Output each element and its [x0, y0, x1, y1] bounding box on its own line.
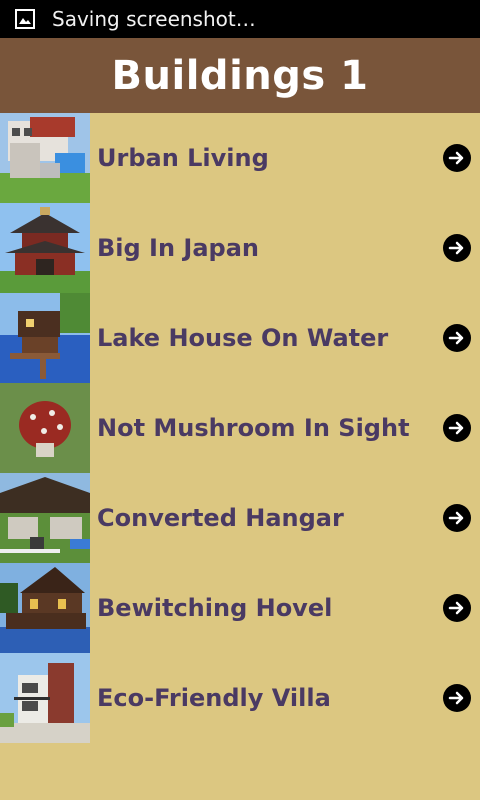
- status-bar: Saving screenshot…: [0, 0, 480, 38]
- list-item-converted-hangar[interactable]: Converted Hangar: [0, 473, 480, 563]
- list-item-lake-house[interactable]: Lake House On Water: [0, 293, 480, 383]
- thumbnail-image: [0, 113, 90, 203]
- list-item-mushroom[interactable]: Not Mushroom In Sight: [0, 383, 480, 473]
- thumbnail-image: [0, 203, 90, 293]
- item-label: Bewitching Hovel: [97, 594, 333, 622]
- item-label: Big In Japan: [97, 234, 260, 262]
- list-item-urban-living[interactable]: Urban Living: [0, 113, 480, 203]
- building-list: Urban Living Big In Japan Lake House On …: [0, 113, 480, 743]
- thumbnail-image: [0, 653, 90, 743]
- status-text: Saving screenshot…: [52, 7, 256, 31]
- arrow-right-circle-icon[interactable]: [442, 233, 472, 263]
- thumbnail-image: [0, 293, 90, 383]
- arrow-right-circle-icon[interactable]: [442, 143, 472, 173]
- image-icon: [15, 9, 35, 29]
- thumbnail-image: [0, 563, 90, 653]
- arrow-right-circle-icon[interactable]: [442, 683, 472, 713]
- list-item-big-in-japan[interactable]: Big In Japan: [0, 203, 480, 293]
- item-label: Not Mushroom In Sight: [97, 414, 410, 442]
- thumbnail-image: [0, 473, 90, 563]
- page-title: Buildings 1: [111, 52, 369, 99]
- item-label: Converted Hangar: [97, 504, 344, 532]
- arrow-right-circle-icon[interactable]: [442, 413, 472, 443]
- arrow-right-circle-icon[interactable]: [442, 323, 472, 353]
- item-label: Urban Living: [97, 144, 269, 172]
- item-label: Eco-Friendly Villa: [97, 684, 331, 712]
- list-item-eco-friendly-villa[interactable]: Eco-Friendly Villa: [0, 653, 480, 743]
- item-label: Lake House On Water: [97, 324, 389, 352]
- arrow-right-circle-icon[interactable]: [442, 503, 472, 533]
- list-item-bewitching-hovel[interactable]: Bewitching Hovel: [0, 563, 480, 653]
- header: Buildings 1: [0, 38, 480, 113]
- thumbnail-image: [0, 383, 90, 473]
- arrow-right-circle-icon[interactable]: [442, 593, 472, 623]
